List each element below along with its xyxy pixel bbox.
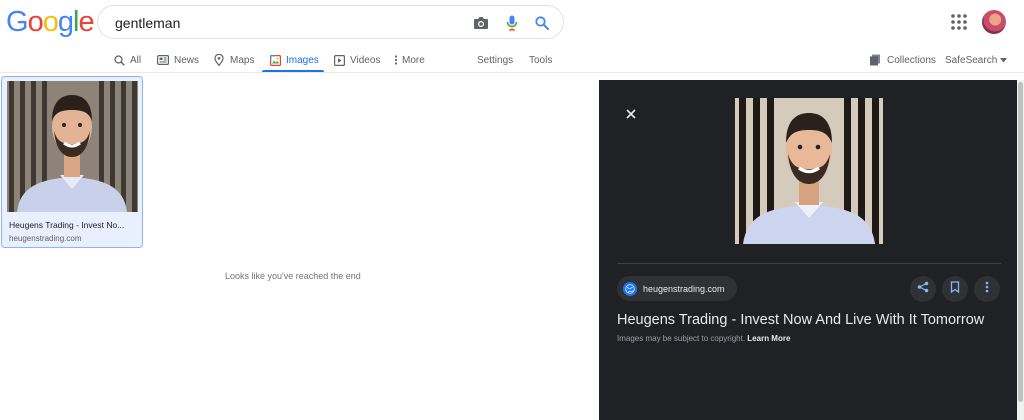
tab-label: Videos (350, 54, 381, 66)
settings-label: Settings (477, 54, 514, 66)
image-result-card[interactable]: Heugens Trading - Invest No... heugenstr… (1, 76, 143, 248)
learn-more-link[interactable]: Learn More (747, 334, 790, 343)
tab-maps[interactable]: Maps (213, 48, 254, 72)
tab-label: More (402, 54, 425, 66)
collections-label: Collections (887, 54, 936, 66)
bookmark-icon (950, 280, 960, 298)
search-tabs: All News Maps Images Videos More Setting… (0, 48, 1024, 72)
search-input[interactable] (115, 14, 455, 32)
logo-letter: G (6, 6, 29, 38)
preview-image[interactable] (735, 98, 883, 244)
source-domain: heugenstrading.com (643, 283, 725, 294)
search-icon (113, 54, 125, 66)
collections-icon (869, 54, 881, 66)
camera-icon[interactable] (472, 14, 490, 32)
tab-label: Maps (230, 54, 255, 66)
logo-letter: o (27, 6, 44, 38)
more-vert-icon (393, 54, 399, 66)
source-link-chip[interactable]: heugenstrading.com (617, 276, 737, 301)
result-thumbnail[interactable] (7, 81, 138, 212)
search-bar (97, 5, 564, 39)
tab-images[interactable]: Images (269, 48, 319, 72)
map-pin-icon (213, 54, 225, 66)
tools-label: Tools (529, 54, 553, 66)
safesearch-dropdown[interactable]: SafeSearch (945, 48, 1008, 72)
image-icon (269, 54, 281, 66)
share-icon (917, 280, 929, 298)
result-domain: heugenstrading.com (9, 234, 82, 243)
tab-more[interactable]: More (393, 48, 425, 72)
globe-icon (623, 281, 637, 296)
logo-letter: o (42, 6, 59, 38)
tools-link[interactable]: Tools (529, 48, 552, 72)
caret-down-icon (1000, 55, 1008, 66)
search-icon[interactable] (533, 14, 551, 32)
image-preview-panel: heugenstrading.com Heugens Trading - Inv… (599, 80, 1017, 420)
share-button[interactable] (910, 276, 936, 302)
settings-link[interactable]: Settings (477, 48, 513, 72)
more-vert-icon (985, 280, 989, 298)
news-icon (157, 54, 169, 66)
tab-label: Images (286, 54, 319, 66)
tab-videos[interactable]: Videos (333, 48, 380, 72)
microphone-icon[interactable] (503, 14, 521, 32)
safesearch-label: SafeSearch (945, 54, 998, 66)
logo-letter: e (78, 6, 94, 38)
tab-all[interactable]: All (113, 48, 141, 72)
google-logo[interactable]: Google (6, 6, 95, 38)
panel-title[interactable]: Heugens Trading - Invest Now And Live Wi… (617, 312, 984, 328)
tab-label: News (174, 54, 200, 66)
panel-divider (617, 263, 1001, 264)
copyright-notice: Images may be subject to copyright. Lear… (617, 334, 790, 343)
save-button[interactable] (942, 276, 968, 302)
logo-letter: g (57, 6, 74, 38)
tab-label: All (130, 54, 142, 66)
collections-link[interactable]: Collections (869, 48, 936, 72)
close-icon[interactable] (625, 107, 637, 119)
more-options-button[interactable] (974, 276, 1000, 302)
end-of-results-text: Looks like you've reached the end (225, 271, 361, 281)
play-icon (333, 54, 345, 66)
copyright-text: Images may be subject to copyright. (617, 334, 746, 343)
result-title[interactable]: Heugens Trading - Invest No... (9, 220, 137, 230)
header-divider (0, 72, 1024, 73)
panel-scrollbar-thumb[interactable] (1018, 82, 1023, 402)
avatar[interactable] (982, 10, 1006, 34)
apps-grid-icon[interactable] (950, 13, 968, 31)
tab-news[interactable]: News (157, 48, 199, 72)
